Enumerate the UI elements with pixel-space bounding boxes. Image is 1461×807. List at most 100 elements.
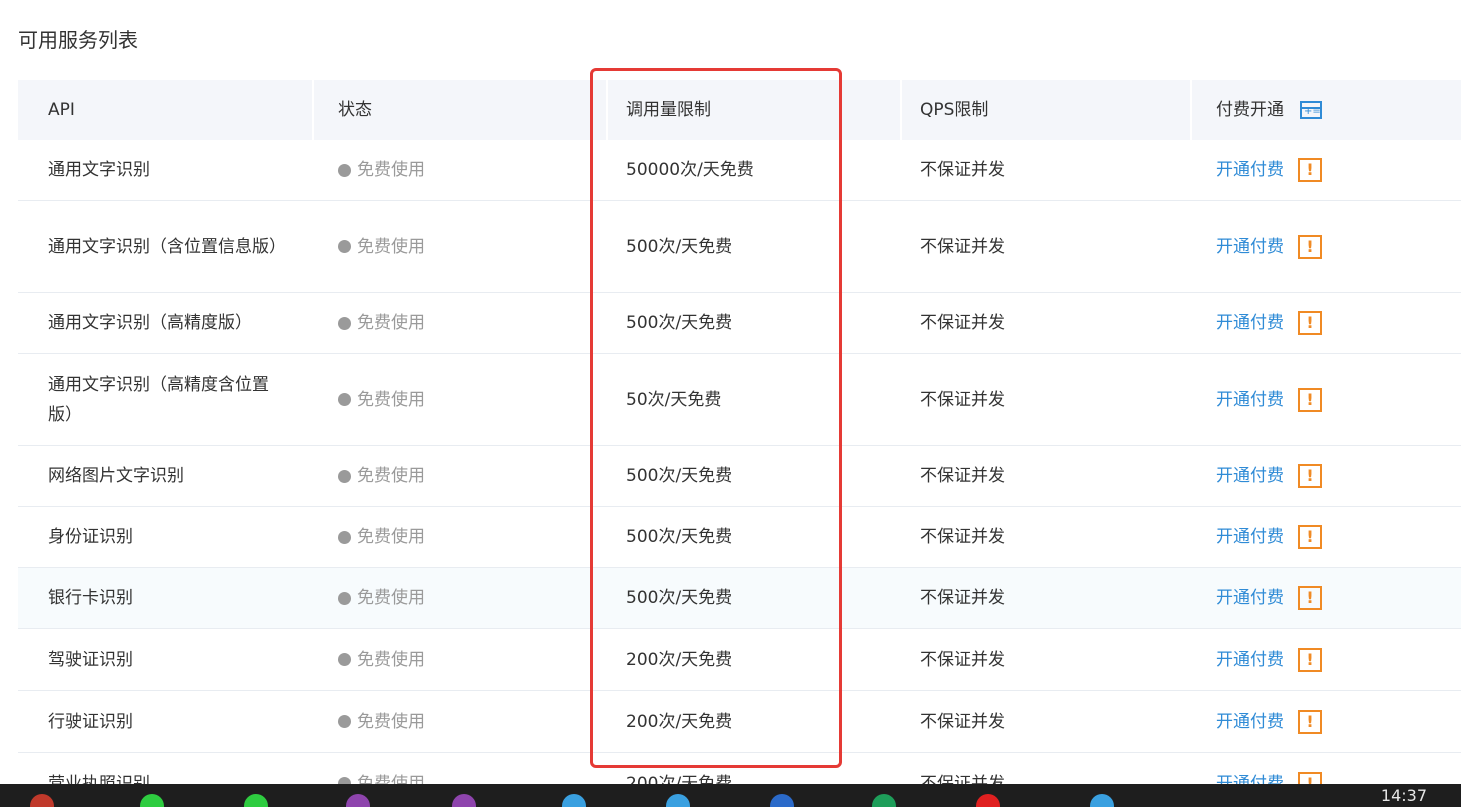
status-cell: 免费使用 (312, 140, 606, 200)
status-text: 免费使用 (357, 711, 425, 732)
qps-limit: 不保证并发 (920, 711, 1005, 732)
warning-icon[interactable]: ! (1298, 586, 1322, 610)
action-cell: 开通付费! (1190, 140, 1461, 200)
call-limit: 200次/天免费 (626, 711, 733, 732)
taskbar-app-icon[interactable] (872, 794, 896, 807)
taskbar-app-icon[interactable] (346, 794, 370, 807)
taskbar-app-icon[interactable] (666, 794, 690, 807)
status-cell: 免费使用 (312, 691, 606, 752)
status-cell: 免费使用 (312, 507, 606, 567)
action-cell: 开通付费! (1190, 354, 1461, 445)
service-table: API 状态 调用量限制 QPS限制 付费开通 通用文字识别免费使用50000次… (18, 80, 1461, 807)
warning-icon[interactable]: ! (1298, 525, 1322, 549)
taskbar-app-icon[interactable] (562, 794, 586, 807)
header-qps-limit: QPS限制 (900, 80, 1190, 140)
warning-icon[interactable]: ! (1298, 647, 1322, 672)
warning-icon[interactable]: ! (1298, 464, 1322, 488)
warning-icon[interactable]: ! (1298, 387, 1322, 412)
action-cell: 开通付费! (1190, 507, 1461, 567)
status-cell: 免费使用 (312, 629, 606, 690)
action-cell: 开通付费! (1190, 691, 1461, 752)
call-limit: 50000次/天免费 (626, 160, 754, 180)
action-cell: 开通付费! (1190, 446, 1461, 506)
table-row: 通用文字识别（高精度含位置版） 免费使用 50次/天免费 不保证并发 开通付费! (18, 354, 1461, 446)
taskbar-app-icon[interactable] (30, 794, 54, 807)
qps-limit: 不保证并发 (920, 466, 1005, 486)
status-dot-icon (338, 240, 351, 253)
warning-icon[interactable]: ! (1298, 158, 1322, 182)
action-cell: 开通付费! (1190, 629, 1461, 690)
taskbar-app-icon[interactable] (244, 794, 268, 807)
call-limit: 500次/天免费 (626, 313, 733, 333)
header-api: API (48, 100, 75, 120)
call-limit: 200次/天免费 (626, 649, 733, 670)
enable-payment-link[interactable]: 开通付费 (1216, 232, 1284, 262)
payment-card-icon[interactable] (1300, 101, 1322, 119)
status-text: 免费使用 (357, 588, 425, 608)
taskbar-app-icon[interactable] (452, 794, 476, 807)
status-cell: 免费使用 (312, 293, 606, 353)
qps-limit: 不保证并发 (920, 527, 1005, 547)
taskbar-app-icon[interactable] (1090, 794, 1114, 807)
api-name: 身份证识别 (48, 527, 133, 547)
qps-limit: 不保证并发 (920, 313, 1005, 333)
status-dot-icon (338, 715, 351, 728)
status-dot-icon (338, 591, 351, 605)
table-header: API 状态 调用量限制 QPS限制 付费开通 (18, 80, 1461, 140)
table-body: 通用文字识别 免费使用 50000次/天免费 不保证并发 开通付费! 通用文字识别（含位置… (18, 140, 1461, 807)
status-dot-icon (338, 393, 351, 406)
table-row: 通用文字识别（高精度版） 免费使用 500次/天免费 不保证并发 开通付费! (18, 293, 1461, 354)
action-cell: 开通付费! (1190, 201, 1461, 292)
qps-limit: 不保证并发 (920, 160, 1005, 180)
warning-icon[interactable]: ! (1298, 234, 1322, 259)
api-name: 网络图片文字识别 (48, 466, 184, 486)
status-dot-icon (338, 530, 351, 544)
table-row: 通用文字识别（含位置信息版） 免费使用 500次/天免费 不保证并发 开通付费! (18, 201, 1461, 293)
qps-limit: 不保证并发 (920, 588, 1005, 608)
status-text: 免费使用 (357, 313, 425, 333)
table-row: 通用文字识别 免费使用 50000次/天免费 不保证并发 开通付费! (18, 140, 1461, 201)
qps-limit: 不保证并发 (920, 389, 1005, 410)
table-row: 身份证识别 免费使用 500次/天免费 不保证并发 开通付费! (18, 507, 1461, 568)
warning-icon[interactable]: ! (1298, 709, 1322, 734)
status-dot-icon (338, 163, 351, 177)
call-limit: 500次/天免费 (626, 466, 733, 486)
qps-limit: 不保证并发 (920, 649, 1005, 670)
table-row: 银行卡识别 免费使用 500次/天免费 不保证并发 开通付费! (18, 568, 1461, 629)
status-text: 免费使用 (357, 466, 425, 486)
status-text: 免费使用 (357, 527, 425, 547)
action-cell: 开通付费! (1190, 293, 1461, 353)
taskbar: 14:37 (0, 784, 1461, 807)
enable-payment-link[interactable]: 开通付费 (1216, 645, 1284, 675)
taskbar-app-icon[interactable] (770, 794, 794, 807)
taskbar-clock: 14:37 (1380, 786, 1427, 805)
taskbar-app-icon[interactable] (140, 794, 164, 807)
api-name: 通用文字识别 (48, 160, 150, 180)
table-row: 行驶证识别 免费使用 200次/天免费 不保证并发 开通付费! (18, 691, 1461, 753)
enable-payment-link[interactable]: 开通付费 (1216, 707, 1284, 737)
enable-payment-link[interactable]: 开通付费 (1216, 522, 1284, 552)
call-limit: 500次/天免费 (626, 588, 733, 608)
api-name: 通用文字识别（高精度版） (48, 313, 252, 333)
enable-payment-link[interactable]: 开通付费 (1216, 155, 1284, 185)
taskbar-app-icon[interactable] (976, 794, 1000, 807)
enable-payment-link[interactable]: 开通付费 (1216, 385, 1284, 415)
service-list-page: 可用服务列表 API 状态 调用量限制 QPS限制 付费开通 通用文字识别免费使… (0, 0, 1461, 807)
page-title: 可用服务列表 (18, 28, 138, 52)
table-row: 网络图片文字识别 免费使用 500次/天免费 不保证并发 开通付费! (18, 446, 1461, 507)
enable-payment-link[interactable]: 开通付费 (1216, 583, 1284, 613)
api-name: 通用文字识别（含位置信息版） (48, 236, 286, 257)
enable-payment-link[interactable]: 开通付费 (1216, 308, 1284, 338)
status-cell: 免费使用 (312, 568, 606, 628)
api-name: 驾驶证识别 (48, 649, 133, 670)
header-status: 状态 (312, 80, 606, 140)
call-limit: 50次/天免费 (626, 389, 722, 410)
enable-payment-link[interactable]: 开通付费 (1216, 461, 1284, 491)
warning-icon[interactable]: ! (1298, 311, 1322, 335)
header-paid-activation-label: 付费开通 (1216, 100, 1284, 120)
header-call-limit: 调用量限制 (606, 80, 900, 140)
status-text: 免费使用 (357, 649, 425, 670)
table-row: 驾驶证识别 免费使用 200次/天免费 不保证并发 开通付费! (18, 629, 1461, 691)
api-name: 通用文字识别（高精度含位置版） (48, 374, 269, 425)
header-paid-activation: 付费开通 (1190, 80, 1461, 140)
